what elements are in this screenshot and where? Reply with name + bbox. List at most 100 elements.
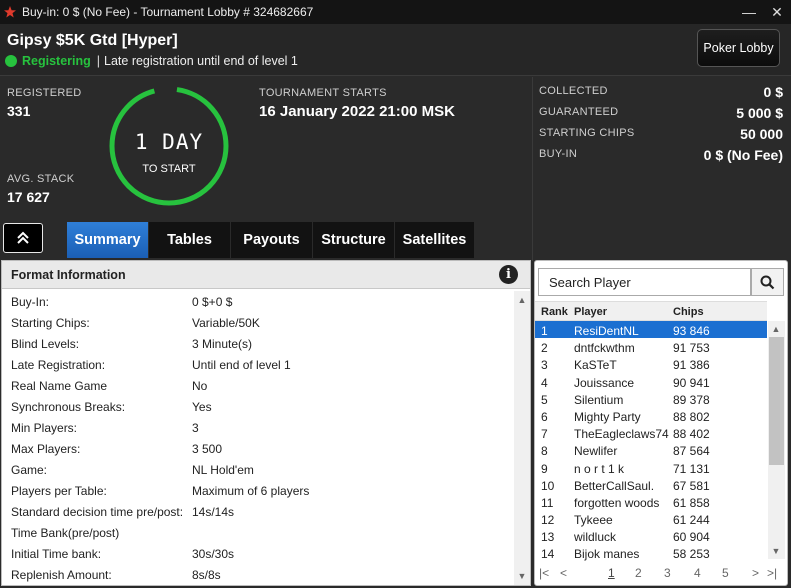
player-rank: 5 [541, 392, 548, 407]
tournament-header: Gipsy $5K Gtd [Hyper] Registering | Late… [0, 24, 791, 76]
player-row[interactable]: 8 Newlifer 87 564 [535, 441, 767, 458]
player-scroll-up-icon[interactable]: ▲ [768, 322, 784, 336]
tournament-starts-value: 16 January 2022 21:00 MSK [259, 103, 455, 120]
player-row[interactable]: 6 Mighty Party 88 802 [535, 407, 767, 424]
tab-summary[interactable]: Summary [67, 222, 149, 258]
rank-header[interactable]: Rank [541, 306, 568, 318]
format-row-value: NL Hold'em [192, 463, 254, 477]
minimize-button[interactable]: — [741, 4, 757, 20]
tournament-name: Gipsy $5K Gtd [Hyper] [7, 32, 178, 49]
player-table: Rank Player Chips 1 ResiDentNL 93 846 2 dntf… [535, 301, 767, 562]
double-chevron-up-icon [17, 231, 29, 244]
format-row-key: Synchronous Breaks: [11, 400, 126, 414]
format-row: Starting Chips: Variable/50K [2, 312, 514, 333]
format-row-value: No [192, 379, 208, 393]
player-header[interactable]: Player [574, 306, 607, 318]
page-5[interactable]: 5 [722, 566, 729, 580]
player-row[interactable]: 10 BetterCallSaul. 67 581 [535, 476, 767, 493]
page-2[interactable]: 2 [635, 566, 642, 580]
search-icon [760, 275, 775, 289]
player-rank: 8 [541, 444, 548, 459]
poker-lobby-button[interactable]: Poker Lobby [697, 29, 780, 67]
starting-chips-value: 50 000 [740, 126, 783, 142]
info-icon[interactable]: i [499, 265, 518, 284]
late-registration-text: Late registration until end of level 1 [104, 54, 298, 68]
format-row-key: Time Bank(pre/post) [11, 526, 120, 540]
player-name: KaSTeT [574, 358, 617, 373]
player-chips: 87 564 [673, 444, 710, 459]
player-name: Silentium [574, 392, 624, 407]
first-page-icon[interactable]: |< [539, 566, 549, 580]
player-row[interactable]: 2 dntfckwthm 91 753 [535, 338, 767, 355]
player-rank: 14 [541, 547, 555, 562]
scroll-up-arrow-icon[interactable]: ▲ [514, 293, 530, 307]
format-row: Max Players: 3 500 [2, 438, 514, 459]
page-3[interactable]: 3 [664, 566, 671, 580]
player-name: dntfckwthm [574, 341, 635, 356]
player-scroll-thumb[interactable] [769, 337, 784, 465]
format-row-value: Until end of level 1 [192, 358, 291, 372]
format-row-value: Variable/50K [192, 316, 260, 330]
player-row[interactable]: 12 Tykeee 61 244 [535, 510, 767, 527]
guaranteed-label: GUARANTEED [539, 106, 619, 118]
format-row-value: Maximum of 6 players [192, 484, 310, 498]
player-row[interactable]: 5 Silentium 89 378 [535, 390, 767, 407]
format-row-value: 0 $+0 $ [192, 295, 233, 309]
tab-satellites[interactable]: Satellites [395, 222, 475, 258]
collapse-button[interactable] [3, 223, 43, 253]
player-chips: 60 904 [673, 530, 710, 545]
player-row[interactable]: 14 Bijok manes 58 253 [535, 544, 767, 561]
collected-value: 0 $ [763, 84, 783, 100]
format-row-value: 8s/8s [192, 568, 221, 582]
player-rank: 2 [541, 341, 548, 356]
player-rank: 12 [541, 513, 555, 528]
chips-header[interactable]: Chips [673, 306, 704, 318]
title-bar: Buy-in: 0 $ (No Fee) - Tournament Lobby … [0, 0, 791, 24]
format-row-value: 3 500 [192, 442, 223, 456]
countdown-days: 1 DAY [134, 130, 204, 154]
close-button[interactable]: ✕ [769, 4, 785, 20]
format-header: Format Information i [2, 261, 530, 289]
format-row: Blind Levels: 3 Minute(s) [2, 333, 514, 354]
tab-tables[interactable]: Tables [149, 222, 231, 258]
avg-stack-value: 17 627 [7, 189, 50, 205]
format-row-key: Replenish Amount: [11, 568, 112, 582]
registered-label: REGISTERED [7, 87, 82, 99]
player-chips: 88 402 [673, 427, 710, 442]
player-row[interactable]: 11 forgotten woods 61 858 [535, 493, 767, 510]
player-chips: 58 253 [673, 547, 710, 562]
player-scroll-down-icon[interactable]: ▼ [768, 544, 784, 558]
registered-value: 331 [7, 103, 31, 119]
search-player-input[interactable]: Search Player [538, 268, 751, 296]
page-1[interactable]: 1 [608, 566, 615, 580]
player-chips: 88 802 [673, 409, 710, 424]
search-button[interactable] [751, 268, 784, 296]
player-row[interactable]: 3 KaSTeT 91 386 [535, 355, 767, 372]
prev-page-icon[interactable]: < [560, 566, 567, 580]
format-row-key: Buy-In: [11, 295, 50, 309]
status-separator: | [96, 54, 101, 68]
page-4[interactable]: 4 [694, 566, 701, 580]
player-list-panel: Search Player Rank Player Chips 1 ResiDen… [534, 260, 788, 586]
player-row[interactable]: 4 Jouissance 90 941 [535, 373, 767, 390]
player-name: Jouissance [574, 375, 635, 390]
status-text: Registering [22, 54, 91, 68]
player-chips: 61 244 [673, 513, 710, 528]
player-rank: 4 [541, 375, 548, 390]
player-row[interactable]: 1 ResiDentNL 93 846 [535, 321, 767, 339]
player-row[interactable]: 7 TheEagleclaws74 88 402 [535, 424, 767, 441]
player-chips: 67 581 [673, 478, 710, 493]
format-scrollbar[interactable]: ▲ ▼ [514, 291, 530, 585]
player-scrollbar[interactable]: ▲ ▼ [768, 321, 785, 559]
last-page-icon[interactable]: >| [767, 566, 777, 580]
scroll-down-arrow-icon[interactable]: ▼ [514, 569, 530, 583]
tab-structure[interactable]: Structure [313, 222, 395, 258]
player-row[interactable]: 13 wildluck 60 904 [535, 527, 767, 544]
tab-payouts[interactable]: Payouts [231, 222, 313, 258]
player-row[interactable]: 9 n o r t 1 k 71 131 [535, 459, 767, 476]
player-rank: 9 [541, 461, 548, 476]
player-rank: 3 [541, 358, 548, 373]
player-rank: 13 [541, 530, 555, 545]
format-rows: Buy-In: 0 $+0 $ Starting Chips: Variable/50… [2, 291, 514, 585]
next-page-icon[interactable]: > [752, 566, 759, 580]
